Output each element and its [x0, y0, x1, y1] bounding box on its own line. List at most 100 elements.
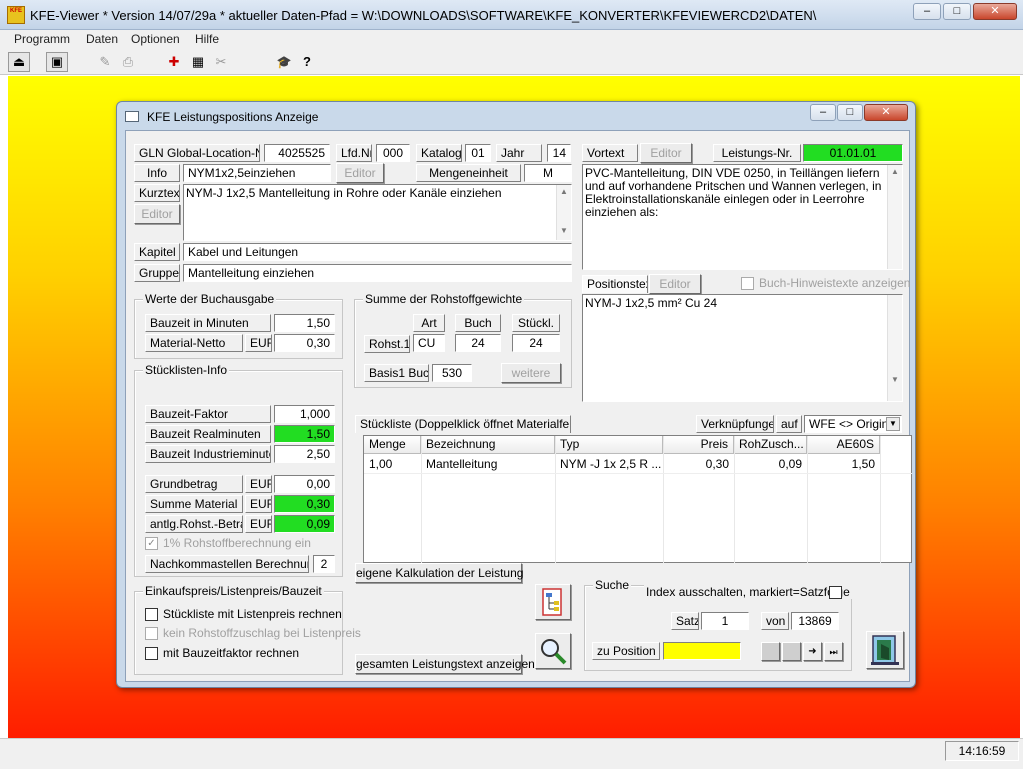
rohst1-stueckl-field[interactable]: 24 [512, 334, 560, 352]
dialog-close-button[interactable]: ✕ [864, 104, 908, 121]
add-icon[interactable]: ✚ [163, 52, 185, 72]
positionstext-tab[interactable]: Positionstext [582, 275, 648, 293]
bauzeit-faktor-field[interactable]: 1,000 [274, 405, 335, 423]
col-preis[interactable]: Preis [663, 436, 734, 454]
bauzeit-industrie-field[interactable]: 2,50 [274, 445, 335, 463]
help-icon[interactable]: ? [296, 52, 318, 72]
gruppe-field[interactable]: Mantelleitung einziehen [183, 264, 572, 282]
scroll-up-icon[interactable]: ▲ [891, 167, 899, 176]
bauzeitfaktor-checkbox[interactable] [145, 647, 158, 660]
positionstext-scrollbar[interactable]: ▼ [887, 295, 902, 401]
search-button[interactable] [535, 633, 571, 669]
edit-icon[interactable]: ✎ [94, 52, 116, 72]
tree-view-button[interactable] [535, 584, 571, 620]
col-bezeichnung[interactable]: Bezeichnung [421, 436, 555, 454]
vortext-memo[interactable]: PVC-Mantelleitung, DIN VDE 0250, in Teil… [582, 164, 903, 270]
menu-programm[interactable]: Programm [14, 32, 70, 46]
scroll-up-icon[interactable]: ▲ [560, 187, 568, 196]
positionstext-memo[interactable]: NYM-J 1x2,5 mm² Cu 24 ▼ [582, 294, 903, 402]
vortext-scrollbar[interactable]: ▲ [887, 165, 902, 269]
menu-optionen[interactable]: Optionen [131, 32, 180, 46]
vortext-text: PVC-Mantelleitung, DIN VDE 0250, in Teil… [585, 166, 882, 219]
verknuepfung-select[interactable]: WFE <> Origina ▼ [804, 415, 902, 433]
info-field[interactable]: NYM1x2,5einziehen [183, 164, 331, 182]
cell-typ[interactable]: NYM -J 1x 2,5 R ... [555, 456, 663, 474]
bauzeit-faktor-label: Bauzeit-Faktor [145, 405, 271, 423]
kurztext-editor-button[interactable]: Editor [134, 204, 180, 224]
cell-rohzusch[interactable]: 0,09 [734, 456, 807, 474]
dialog-maximize-button[interactable]: □ [837, 104, 863, 121]
col-ae60s[interactable]: AE60S [807, 436, 880, 454]
weitere-button[interactable]: weitere [501, 363, 561, 383]
screen-icon[interactable]: ▣ [46, 52, 68, 72]
buch-hinweis-checkbox[interactable] [741, 277, 754, 290]
print-icon[interactable]: ⎙ [117, 52, 139, 72]
col-menge[interactable]: Menge [364, 436, 421, 454]
summe-material-label: Summe Material [145, 495, 243, 513]
cell-preis[interactable]: 0,30 [663, 456, 734, 474]
antl-rohst-field[interactable]: 0,09 [274, 515, 335, 533]
scroll-down-icon[interactable]: ▼ [891, 375, 899, 384]
zu-position-field[interactable] [663, 642, 741, 660]
gln-field[interactable]: 4025525 [264, 144, 330, 162]
col-typ[interactable]: Typ [555, 436, 663, 454]
menu-hilfe[interactable]: Hilfe [195, 32, 219, 46]
nachkomma-field[interactable]: 2 [313, 555, 335, 573]
nav-next-button[interactable]: ➜ [803, 642, 822, 661]
info-editor-button[interactable]: Editor [336, 163, 384, 183]
verknuepfung-value: WFE <> Origina [809, 417, 896, 431]
exit-door-button[interactable] [866, 631, 904, 669]
listenpreis-checkbox[interactable] [145, 608, 158, 621]
bauzeit-field[interactable]: 1,50 [274, 314, 335, 332]
vortext-editor-button[interactable]: Editor [640, 143, 692, 163]
basis1-field[interactable]: 530 [432, 364, 472, 382]
col-rohzusch[interactable]: RohZusch... [734, 436, 807, 454]
nav-last-button[interactable]: ⏭ [824, 642, 843, 661]
kurztext-scrollbar[interactable]: ▲ ▼ [556, 185, 571, 240]
grid-icon[interactable]: ▦ [187, 52, 209, 72]
maximize-button[interactable]: □ [943, 3, 971, 20]
kurztext-memo[interactable]: NYM-J 1x2,5 Mantelleitung in Rohre oder … [183, 184, 572, 241]
rohst1-buch-field[interactable]: 24 [455, 334, 501, 352]
cell-bezeichnung[interactable]: Mantelleitung [421, 456, 555, 474]
material-netto-field[interactable]: 0,30 [274, 334, 335, 352]
jahr-field[interactable]: 14 [547, 144, 571, 162]
cell-ae60s[interactable]: 1,50 [807, 456, 880, 474]
buch-hinweis-label: Buch-Hinweistexte anzeigen [759, 276, 911, 290]
bauzeit-real-field[interactable]: 1,50 [274, 425, 335, 443]
minimize-button[interactable]: – [913, 3, 941, 20]
basis1-label: Basis1 Buch [364, 364, 429, 382]
status-bar: 14:16:59 [0, 738, 1023, 769]
last-arrow-icon: ⏭ [829, 647, 838, 657]
katalog-field[interactable]: 01 [465, 144, 491, 162]
scroll-down-icon[interactable]: ▼ [560, 226, 568, 235]
satz-field[interactable]: 1 [701, 612, 749, 630]
summe-material-field[interactable]: 0,30 [274, 495, 335, 513]
close-button[interactable]: ✕ [973, 3, 1017, 20]
index-checkbox[interactable] [829, 586, 842, 599]
kapitel-field[interactable]: Kabel und Leitungen [183, 243, 572, 261]
cell-menge[interactable]: 1,00 [364, 456, 421, 474]
gesamt-leistungstext-button[interactable]: gesamten Leistungstext anzeigen [355, 654, 535, 674]
stueckliste-grid[interactable]: Menge Bezeichnung Typ Preis RohZusch... … [363, 435, 912, 563]
rohst1-label: Rohst.1 [364, 335, 410, 353]
rohst1-art-field[interactable]: CU [413, 334, 445, 352]
eigene-kalkulation-button[interactable]: eigene Kalkulation der Leistung [355, 563, 523, 583]
lfd-field[interactable]: 000 [376, 144, 410, 162]
nav-prev-button[interactable] [782, 642, 801, 661]
grundbetrag-field[interactable]: 0,00 [274, 475, 335, 493]
graduation-cap-icon[interactable]: 🎓 [273, 52, 295, 72]
mengeneinheit-field[interactable]: M [524, 164, 572, 182]
exit-icon[interactable]: ⏏ [8, 52, 30, 72]
kfe-logo-icon: KFE [7, 6, 25, 24]
von-field[interactable]: 13869 [791, 612, 839, 630]
menu-daten[interactable]: Daten [86, 32, 118, 46]
dialog-minimize-button[interactable]: – [810, 104, 836, 121]
positionstext-editor-button[interactable]: Editor [649, 274, 701, 294]
rohstoffzuschlag-checkbox[interactable] [145, 627, 158, 640]
tools-icon[interactable]: ✂ [210, 52, 232, 72]
dropdown-arrow-icon[interactable]: ▼ [886, 417, 900, 431]
nav-first-button[interactable] [761, 642, 780, 661]
leistungs-nr-field[interactable]: 01.01.01 [803, 144, 903, 162]
rohstoff-1pct-checkbox[interactable]: ✓ [145, 537, 158, 550]
